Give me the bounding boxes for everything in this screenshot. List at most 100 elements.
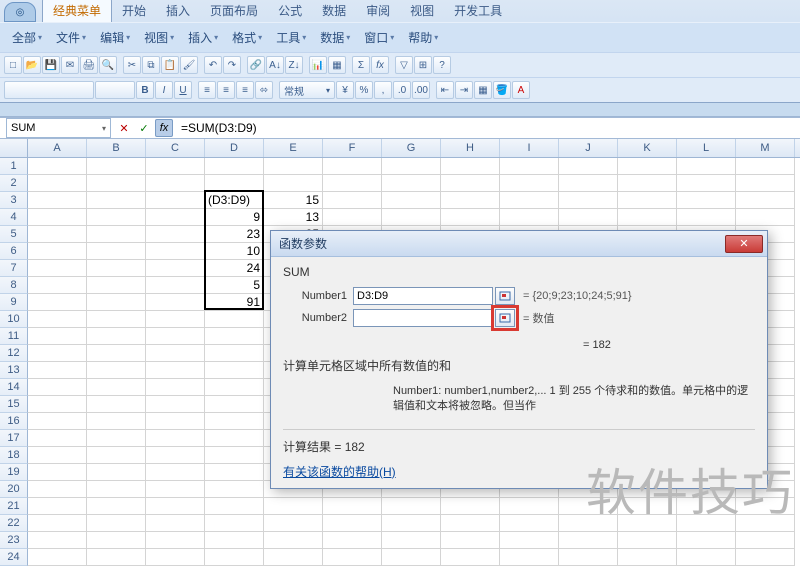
cell[interactable]: [28, 515, 87, 532]
range-select-icon[interactable]: [495, 309, 515, 327]
cell[interactable]: [736, 498, 795, 515]
cell[interactable]: [28, 192, 87, 209]
classic-menu-item[interactable]: 编辑▾: [94, 27, 136, 48]
classic-menu-item[interactable]: 帮助▾: [402, 27, 444, 48]
cell[interactable]: [323, 515, 382, 532]
cell[interactable]: [618, 175, 677, 192]
cell[interactable]: [87, 498, 146, 515]
cell[interactable]: [146, 413, 205, 430]
row-header[interactable]: 5: [0, 226, 28, 243]
print-icon[interactable]: 🖨: [80, 56, 98, 74]
cell[interactable]: [382, 549, 441, 566]
cell[interactable]: [87, 192, 146, 209]
cell[interactable]: [87, 379, 146, 396]
cell[interactable]: [87, 481, 146, 498]
cell[interactable]: [323, 192, 382, 209]
classic-menu-item[interactable]: 全部▾: [6, 27, 48, 48]
column-header[interactable]: E: [264, 139, 323, 157]
cell[interactable]: [87, 175, 146, 192]
cell[interactable]: [146, 311, 205, 328]
cell[interactable]: [264, 158, 323, 175]
cell[interactable]: [618, 192, 677, 209]
classic-menu-item[interactable]: 工具▾: [270, 27, 312, 48]
font-select[interactable]: [4, 81, 94, 99]
cell[interactable]: [146, 277, 205, 294]
close-icon[interactable]: ✕: [725, 235, 763, 253]
cut-icon[interactable]: ✂: [123, 56, 141, 74]
align-center-icon[interactable]: ≡: [217, 81, 235, 99]
cell[interactable]: [382, 515, 441, 532]
cell[interactable]: [28, 175, 87, 192]
cell[interactable]: [28, 311, 87, 328]
ribbon-tab[interactable]: 开始: [112, 0, 156, 22]
underline-icon[interactable]: U: [174, 81, 192, 99]
row-header[interactable]: 15: [0, 396, 28, 413]
dec-dec-icon[interactable]: .00: [412, 81, 430, 99]
format-painter-icon[interactable]: 🖌: [180, 56, 198, 74]
row-header[interactable]: 22: [0, 515, 28, 532]
name-box[interactable]: SUM▾: [6, 118, 111, 138]
cell[interactable]: [87, 362, 146, 379]
column-header[interactable]: I: [500, 139, 559, 157]
borders-icon[interactable]: ▦: [474, 81, 492, 99]
row-header[interactable]: 21: [0, 498, 28, 515]
row-header[interactable]: 6: [0, 243, 28, 260]
row-header[interactable]: 13: [0, 362, 28, 379]
font-color-icon[interactable]: A: [512, 81, 530, 99]
cell[interactable]: [441, 532, 500, 549]
cell[interactable]: 9: [205, 209, 264, 226]
cell[interactable]: [146, 430, 205, 447]
cell[interactable]: [28, 396, 87, 413]
cell[interactable]: [146, 481, 205, 498]
number-format[interactable]: 常规▾: [279, 81, 335, 99]
cell[interactable]: [382, 498, 441, 515]
cell[interactable]: [146, 175, 205, 192]
cell[interactable]: [618, 515, 677, 532]
cell[interactable]: [28, 413, 87, 430]
cell[interactable]: [441, 498, 500, 515]
ribbon-tab[interactable]: 经典菜单: [42, 0, 112, 22]
cell[interactable]: [87, 328, 146, 345]
cell[interactable]: [559, 175, 618, 192]
cell[interactable]: [146, 294, 205, 311]
cell[interactable]: [146, 345, 205, 362]
cell[interactable]: [264, 498, 323, 515]
indent-dec-icon[interactable]: ⇤: [436, 81, 454, 99]
cell[interactable]: [28, 328, 87, 345]
column-header[interactable]: J: [559, 139, 618, 157]
column-header[interactable]: M: [736, 139, 795, 157]
cell[interactable]: [500, 209, 559, 226]
cell[interactable]: [87, 515, 146, 532]
ribbon-tab[interactable]: 开发工具: [444, 0, 512, 22]
cell[interactable]: 10: [205, 243, 264, 260]
row-header[interactable]: 2: [0, 175, 28, 192]
classic-menu-item[interactable]: 视图▾: [138, 27, 180, 48]
cell[interactable]: [28, 294, 87, 311]
column-header[interactable]: G: [382, 139, 441, 157]
cell[interactable]: [736, 532, 795, 549]
cell[interactable]: [205, 515, 264, 532]
ribbon-tab[interactable]: 数据: [312, 0, 356, 22]
argument-input[interactable]: [353, 309, 493, 327]
cell[interactable]: [441, 515, 500, 532]
cell[interactable]: [264, 532, 323, 549]
row-header[interactable]: 7: [0, 260, 28, 277]
dialog-titlebar[interactable]: 函数参数 ✕: [271, 231, 767, 257]
cell[interactable]: [205, 379, 264, 396]
cell[interactable]: [559, 158, 618, 175]
app-button[interactable]: ◎: [4, 2, 36, 22]
cell[interactable]: [28, 158, 87, 175]
row-header[interactable]: 9: [0, 294, 28, 311]
cell[interactable]: [500, 498, 559, 515]
cell[interactable]: [87, 209, 146, 226]
cell[interactable]: [87, 413, 146, 430]
filter-icon[interactable]: ▽: [395, 56, 413, 74]
ribbon-tab[interactable]: 公式: [268, 0, 312, 22]
cell[interactable]: [441, 209, 500, 226]
cell[interactable]: 15: [264, 192, 323, 209]
cell[interactable]: [559, 515, 618, 532]
cell[interactable]: [264, 549, 323, 566]
cell[interactable]: [87, 464, 146, 481]
cell[interactable]: [323, 549, 382, 566]
cell[interactable]: [28, 226, 87, 243]
